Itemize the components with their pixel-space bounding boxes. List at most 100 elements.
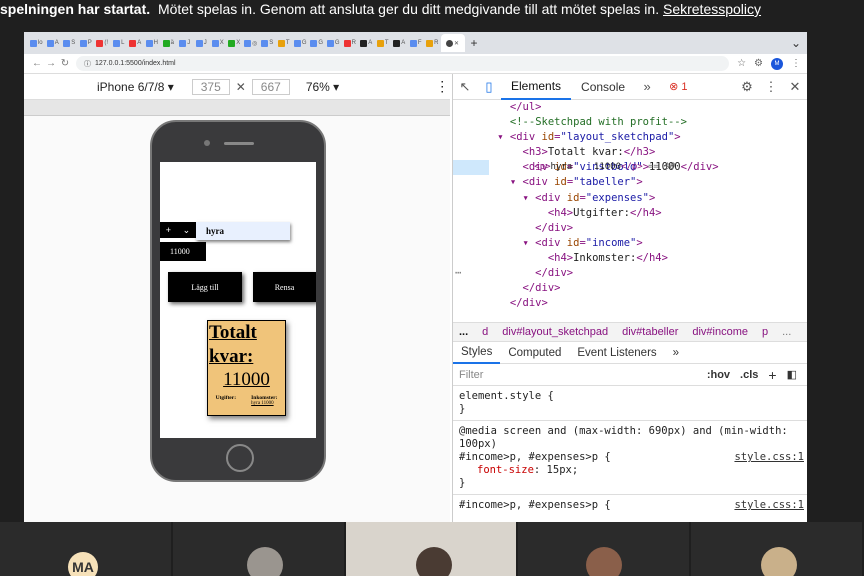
name-input[interactable]: hyra bbox=[196, 222, 290, 240]
browser-tab[interactable]: F bbox=[408, 34, 425, 52]
breadcrumb-more[interactable]: ... bbox=[459, 326, 468, 338]
styles-filter-input[interactable]: Filter bbox=[453, 369, 707, 381]
breadcrumb-overflow[interactable]: ... bbox=[782, 326, 791, 338]
rule-property[interactable]: font-size: 15px; bbox=[459, 464, 801, 477]
browser-tab[interactable]: J bbox=[177, 34, 194, 52]
close-icon[interactable]: ✕ bbox=[783, 79, 807, 95]
privacy-policy-link[interactable]: Sekretesspolicy bbox=[663, 1, 761, 17]
hov-toggle[interactable]: :hov bbox=[707, 369, 730, 381]
breadcrumb-item[interactable]: div#layout_sketchpad bbox=[502, 326, 608, 338]
dom-node-line[interactable]: </div> bbox=[453, 281, 807, 296]
tab-event-listeners[interactable]: Event Listeners bbox=[569, 342, 664, 364]
error-count-badge[interactable]: ⊗ 1 bbox=[669, 80, 687, 93]
dom-node-line[interactable]: <!--Sketchpad with profit--> bbox=[453, 115, 807, 130]
browser-tab[interactable]: ◎ bbox=[243, 34, 260, 52]
browser-tab[interactable]: R bbox=[342, 34, 359, 52]
tab-styles[interactable]: Styles bbox=[453, 342, 501, 364]
inspect-element-icon[interactable]: ↖ bbox=[453, 79, 477, 95]
browser-tab[interactable]: J bbox=[193, 34, 210, 52]
dom-node-line[interactable]: </ul> bbox=[453, 100, 807, 115]
more-tabs-icon[interactable]: » bbox=[635, 79, 659, 94]
clear-button[interactable]: Rensa bbox=[253, 272, 316, 302]
browser-tab[interactable]: G bbox=[309, 34, 326, 52]
browser-tab[interactable]: G bbox=[292, 34, 309, 52]
add-button[interactable]: Lägg till bbox=[168, 272, 242, 302]
type-select[interactable]: + ⌄ bbox=[160, 222, 196, 238]
browser-tab[interactable]: S bbox=[61, 34, 78, 52]
tab-search-chevron-icon[interactable]: ⌄ bbox=[791, 36, 801, 50]
browser-tab[interactable]: S bbox=[259, 34, 276, 52]
dom-node-line[interactable]: </div> bbox=[453, 296, 807, 311]
browser-tab[interactable]: A bbox=[45, 34, 62, 52]
height-input[interactable]: 667 bbox=[251, 78, 290, 95]
browser-tab[interactable]: H bbox=[144, 34, 161, 52]
cls-toggle[interactable]: .cls bbox=[740, 369, 758, 381]
dom-node-line[interactable]: ▾ <div id="tabeller"> bbox=[453, 175, 807, 190]
participant-tile[interactable] bbox=[518, 522, 690, 576]
browser-tab[interactable]: (! bbox=[94, 34, 111, 52]
amount-input[interactable]: 11000 bbox=[160, 242, 206, 261]
more-tabs-icon[interactable]: » bbox=[665, 342, 687, 364]
participant-video-tile[interactable] bbox=[345, 522, 517, 576]
browser-tab[interactable]: R bbox=[424, 34, 441, 52]
dom-node-line[interactable]: </div> bbox=[453, 221, 807, 236]
home-button[interactable] bbox=[226, 444, 254, 472]
breadcrumb-item[interactable]: p bbox=[762, 326, 768, 338]
tab-console[interactable]: Console bbox=[571, 74, 635, 100]
new-rule-plus-icon[interactable]: + bbox=[768, 367, 776, 383]
dom-tree[interactable]: ⋯ </ul> <!--Sketchpad with profit--> ▾ <… bbox=[453, 100, 807, 322]
browser-tab[interactable]: L bbox=[111, 34, 128, 52]
breadcrumb-item[interactable]: div#tabeller bbox=[622, 326, 678, 338]
participant-tile[interactable]: MA bbox=[0, 522, 171, 576]
media-rule[interactable]: @media screen and (max-width: 690px) and… bbox=[453, 421, 807, 495]
url-field[interactable]: ⓘ 127.0.0.1:5500/index.html bbox=[76, 56, 730, 71]
back-arrow-icon[interactable]: ← bbox=[30, 58, 44, 69]
menu-kebab-icon[interactable]: ⋮ bbox=[791, 58, 801, 69]
element-style-rule[interactable]: element.style { } bbox=[453, 386, 807, 421]
device-toggle-icon[interactable]: ▯ bbox=[477, 79, 501, 95]
rule-source-link[interactable]: style.css:1 bbox=[734, 451, 804, 464]
dom-node-line[interactable]: <h4>Inkomster:</h4> bbox=[453, 251, 807, 266]
new-tab-plus-icon[interactable]: + bbox=[471, 36, 478, 50]
dom-node-line[interactable]: ▾ <div id="layout_sketchpad"> bbox=[453, 130, 807, 145]
dom-node-line[interactable]: <p> hyra 11000 </p> == $0 bbox=[453, 160, 675, 176]
zoom-select[interactable]: 76% ▾ bbox=[306, 80, 339, 94]
browser-tab[interactable]: G bbox=[325, 34, 342, 52]
participant-tile[interactable] bbox=[691, 522, 862, 576]
rule-source-link[interactable]: style.css:1 bbox=[734, 499, 804, 512]
browser-tab[interactable]: A bbox=[391, 34, 408, 52]
tab-elements[interactable]: Elements bbox=[501, 74, 572, 100]
dom-node-line[interactable]: <h4>Utgifter:</h4> bbox=[453, 206, 807, 221]
dom-node-line[interactable]: ▾ <div id="income"> bbox=[453, 236, 807, 251]
browser-tab[interactable]: T bbox=[375, 34, 392, 52]
forward-arrow-icon[interactable]: → bbox=[44, 58, 58, 69]
browser-tab[interactable]: T bbox=[276, 34, 293, 52]
reload-icon[interactable]: ↻ bbox=[58, 58, 72, 69]
device-menu-kebab-icon[interactable]: ⋮ bbox=[435, 78, 449, 95]
device-select[interactable]: iPhone 6/7/8 ▾ bbox=[97, 80, 174, 94]
dom-node-line[interactable]: <h3>Totalt kvar:</h3> bbox=[453, 145, 807, 160]
dom-node-line[interactable]: </div> bbox=[453, 266, 807, 281]
browser-tab[interactable]: lo bbox=[28, 34, 45, 52]
tab-computed[interactable]: Computed bbox=[500, 342, 569, 364]
second-rule[interactable]: #income>p, #expenses>p { style.css:1 bbox=[453, 495, 807, 516]
browser-tab[interactable]: X bbox=[210, 34, 227, 52]
browser-tab[interactable]: P bbox=[78, 34, 95, 52]
width-input[interactable]: 375 bbox=[191, 78, 230, 95]
bookmark-star-icon[interactable]: ☆ bbox=[737, 58, 746, 69]
breadcrumb-item[interactable]: div#income bbox=[692, 326, 748, 338]
dom-node-line[interactable]: ▾ <div id="expenses"> bbox=[453, 191, 807, 206]
profile-avatar[interactable]: M bbox=[771, 57, 783, 70]
browser-tab[interactable]: ä bbox=[160, 34, 177, 52]
breadcrumb-item[interactable]: d bbox=[482, 326, 488, 338]
browser-tab[interactable]: X bbox=[226, 34, 243, 52]
computed-sidebar-icon[interactable]: ◧ bbox=[787, 368, 797, 381]
browser-tab[interactable]: A bbox=[127, 34, 144, 52]
browser-tab[interactable]: A bbox=[358, 34, 375, 52]
settings-gear-icon[interactable]: ⚙ bbox=[735, 79, 759, 95]
participant-tile[interactable] bbox=[172, 522, 344, 576]
more-options-dots[interactable]: ⋯ bbox=[455, 266, 461, 281]
active-tab[interactable]: ✕ bbox=[440, 34, 465, 52]
extensions-icon[interactable]: ⚙ bbox=[754, 58, 763, 69]
devtools-menu-icon[interactable]: ⋮ bbox=[759, 79, 783, 95]
